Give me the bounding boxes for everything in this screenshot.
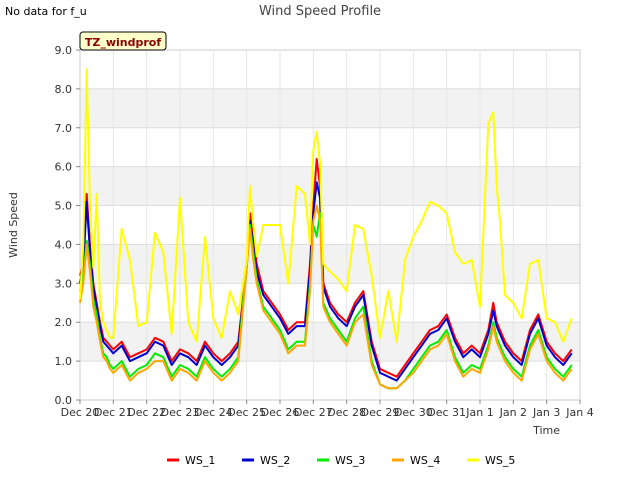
y-tick-label: 1.0 (55, 355, 73, 368)
legend-label: WS_4 (410, 454, 440, 467)
legend-label: WS_3 (335, 454, 365, 467)
x-tick-label: Jan 4 (565, 406, 593, 419)
grid-band (80, 166, 580, 206)
y-tick-label: 9.0 (55, 44, 73, 57)
y-tick-label: 6.0 (55, 161, 73, 174)
y-tick-label: 5.0 (55, 200, 73, 213)
y-tick-label: 3.0 (55, 277, 73, 290)
y-tick-label: 8.0 (55, 83, 73, 96)
y-tick-label: 2.0 (55, 316, 73, 329)
grid-band (80, 88, 580, 128)
y-axis-label: Wind Speed (7, 192, 20, 258)
y-tick-label: 4.0 (55, 238, 73, 251)
y-tick-label: 7.0 (55, 122, 73, 135)
legend-label: WS_2 (260, 454, 290, 467)
badge: TZ_windprof (79, 31, 167, 51)
x-tick-label: Jan 3 (532, 406, 560, 419)
x-tick-label: Jan 2 (499, 406, 527, 419)
x-tick-label: Jan 1 (465, 406, 493, 419)
legend: WS_1 WS_2 WS_3 WS_4 WS_5 (167, 454, 515, 467)
x-tick-label: Dec 31 (427, 406, 466, 419)
chart-svg: 0.01.02.03.04.05.06.07.08.09.0 Dec 20Dec… (7, 4, 594, 467)
chart-title: Wind Speed Profile (259, 4, 381, 19)
legend-label: WS_5 (485, 454, 515, 467)
grid-band (80, 244, 580, 284)
badge-label: TZ_windprof (85, 36, 161, 49)
legend-label: WS_1 (185, 454, 215, 467)
x-axis-label: Time (532, 424, 560, 437)
